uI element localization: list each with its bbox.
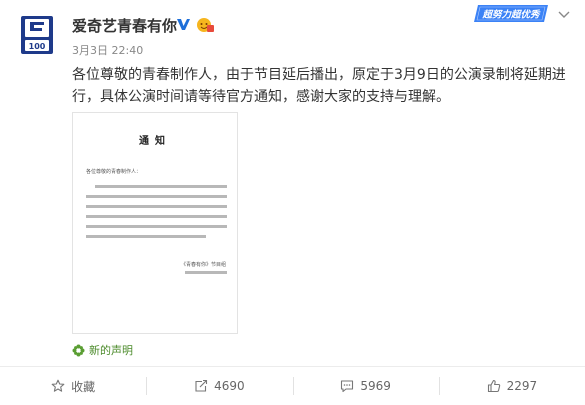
fan-badge-icon[interactable] <box>196 16 214 33</box>
repost-count: 4690 <box>214 379 245 393</box>
repost-button[interactable]: 4690 <box>146 367 292 405</box>
collect-button[interactable]: 收藏 <box>0 367 146 405</box>
notice-text-line <box>86 235 206 238</box>
star-icon <box>51 379 65 392</box>
notice-greeting: 各位尊敬的青春制作人： <box>86 169 142 175</box>
notice-text-line <box>86 225 227 228</box>
comment-icon <box>341 380 354 393</box>
repost-icon <box>195 379 208 392</box>
like-count: 2297 <box>506 379 538 393</box>
footnote-text: 新的声明 <box>89 344 133 357</box>
avatar-text: 100 <box>29 42 46 51</box>
thumbs-up-icon <box>487 379 500 393</box>
post-date[interactable]: 3月3日 22:40 <box>72 42 143 58</box>
comment-count: 5969 <box>360 379 391 393</box>
notice-date-line <box>185 271 227 274</box>
campaign-banner[interactable]: 超努力超优秀 <box>474 3 550 24</box>
footnote-link[interactable]: 新的声明 <box>72 342 133 358</box>
comment-button[interactable]: 5969 <box>292 367 439 405</box>
notice-text-line <box>95 185 227 188</box>
verified-icon <box>177 19 190 30</box>
action-bar: 收藏 4690 5969 2297 <box>0 367 585 405</box>
banner-text: 超努力超优秀 <box>481 9 541 21</box>
avatar[interactable]: 100 <box>20 15 54 55</box>
notice-text-line <box>86 205 227 208</box>
notice-text-line <box>86 195 227 198</box>
notice-signature: 《青春有你》节目组 <box>181 262 227 268</box>
flower-icon <box>72 344 85 356</box>
author-name[interactable]: 爱奇艺青春有你 <box>72 15 177 36</box>
notice-image[interactable]: 通知 各位尊敬的青春制作人： 《青春有你》节目组 <box>72 112 238 334</box>
notice-text-line <box>86 215 227 218</box>
like-button[interactable]: 2297 <box>438 367 585 405</box>
post-text: 各位尊敬的青春制作人，由于节目延后播出，原定于3月9日的公演录制将延期进行，具体… <box>72 67 566 105</box>
collect-label: 收藏 <box>71 379 96 394</box>
notice-title: 通知 <box>139 136 171 147</box>
chevron-down-icon[interactable] <box>558 10 570 20</box>
